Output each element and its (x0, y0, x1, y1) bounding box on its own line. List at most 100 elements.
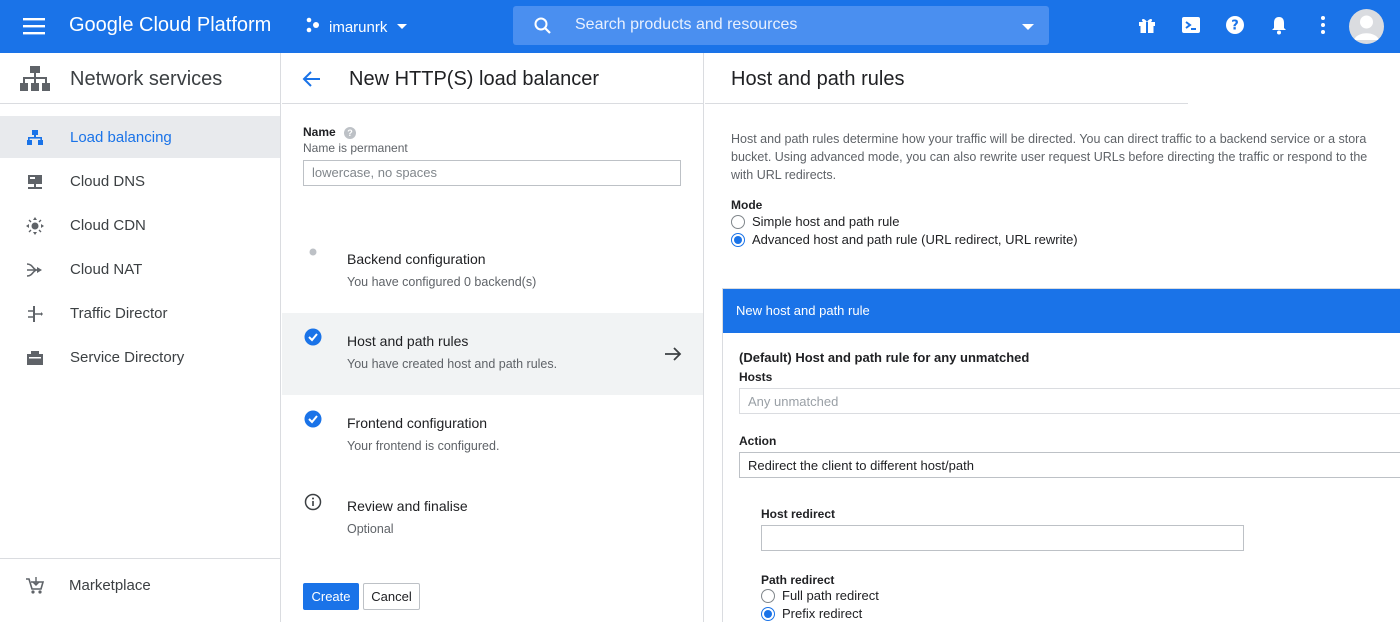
project-selector[interactable]: imarunrk (305, 15, 409, 39)
help-icon[interactable]: ? (1224, 14, 1248, 38)
network-services-icon (20, 66, 50, 91)
mode-label: Mode (731, 198, 763, 212)
host-path-rule-panel: New host and path rule (Default) Host an… (722, 288, 1400, 622)
pending-dot-icon (304, 246, 322, 264)
traffic-director-icon (25, 304, 45, 324)
check-circle-icon (304, 328, 322, 346)
step-title: Review and finalise (347, 498, 468, 514)
step-desc: You have configured 0 backend(s) (347, 275, 537, 289)
radio-label: Advanced host and path rule (URL redirec… (752, 232, 1078, 247)
notifications-icon[interactable] (1268, 14, 1292, 38)
project-icon (305, 17, 321, 37)
avatar[interactable] (1349, 9, 1384, 44)
description-line: bucket. Using advanced mode, you can als… (731, 150, 1368, 164)
nat-icon (25, 260, 45, 280)
load-balancing-icon (25, 128, 45, 148)
sidebar-item-label: Load balancing (70, 129, 172, 146)
sidebar-item-cloud-nat[interactable]: Cloud NAT (0, 248, 280, 290)
sidebar-item-label: Traffic Director (70, 305, 168, 322)
step-host-and-path-rules[interactable]: Host and path rules You have created hos… (282, 313, 703, 395)
radio-label: Prefix redirect (782, 606, 863, 621)
cart-icon (25, 576, 45, 596)
search-input[interactable]: Search products and resources (513, 6, 1049, 45)
name-hint: Name is permanent (303, 141, 408, 155)
path-redirect-label: Path redirect (761, 573, 835, 587)
arrow-right-icon (664, 346, 682, 367)
search-icon (533, 16, 553, 41)
hosts-input[interactable]: Any unmatched (739, 388, 1400, 414)
sidebar-item-service-directory[interactable]: Service Directory (0, 336, 280, 378)
description-line: Host and path rules determine how your t… (731, 132, 1367, 146)
dns-icon (25, 172, 45, 192)
panel-header[interactable]: New host and path rule (723, 289, 1400, 333)
sidebar-item-marketplace[interactable]: Marketplace (0, 564, 280, 606)
sidebar-item-traffic-director[interactable]: Traffic Director (0, 292, 280, 334)
cloud-shell-icon[interactable] (1180, 14, 1204, 38)
page-title: New HTTP(S) load balancer (349, 68, 600, 90)
sidebar-item-label: Cloud CDN (70, 217, 146, 234)
rules-description: Host and path rules determine how your t… (731, 130, 1400, 184)
svg-text:?: ? (1231, 19, 1239, 34)
step-title: Host and path rules (347, 333, 469, 349)
rules-title: Host and path rules (731, 68, 905, 90)
info-icon (304, 493, 322, 511)
hosts-label: Hosts (739, 370, 773, 384)
radio-unchecked-icon (761, 588, 775, 603)
prefix-redirect-radio[interactable]: Prefix redirect (761, 606, 862, 621)
sidebar-header: Network services (0, 53, 280, 104)
gift-icon[interactable] (1136, 14, 1160, 38)
radio-label: Full path redirect (782, 588, 879, 603)
host-redirect-label: Host redirect (761, 507, 836, 521)
sidebar-item-cloud-dns[interactable]: Cloud DNS (0, 160, 280, 202)
cdn-icon (25, 216, 45, 236)
step-backend-configuration[interactable]: Backend configuration You have configure… (282, 231, 703, 313)
sidebar-title: Network services (70, 68, 223, 90)
name-input[interactable]: lowercase, no spaces (303, 160, 681, 186)
rules-panel: Host and path rules Host and path rules … (705, 53, 1400, 622)
step-title: Backend configuration (347, 251, 486, 267)
sidebar-divider (0, 558, 280, 559)
step-desc: Optional (347, 522, 394, 536)
sidebar-item-label: Marketplace (69, 577, 151, 594)
host-redirect-input[interactable] (761, 525, 1244, 551)
sidebar-item-cloud-cdn[interactable]: Cloud CDN (0, 204, 280, 246)
menu-icon[interactable] (22, 16, 48, 36)
more-vert-icon[interactable] (1312, 14, 1336, 38)
help-icon[interactable]: ? (344, 126, 357, 139)
sidebar-item-label: Service Directory (70, 349, 185, 366)
radio-label: Simple host and path rule (752, 214, 900, 229)
panel-title: (Default) Host and path rule for any unm… (739, 350, 1030, 365)
sidebar-item-label: Cloud DNS (70, 173, 146, 190)
mode-advanced-radio[interactable]: Advanced host and path rule (URL redirec… (731, 232, 1078, 247)
check-circle-icon (304, 410, 322, 428)
wizard-header: New HTTP(S) load balancer (282, 53, 703, 104)
action-label: Action (739, 434, 777, 448)
action-select[interactable]: Redirect the client to different host/pa… (739, 452, 1400, 478)
step-frontend-configuration[interactable]: Frontend configuration Your frontend is … (282, 395, 703, 477)
back-arrow-icon[interactable] (302, 69, 322, 94)
sidebar: Network services Load balancing Cloud DN… (0, 53, 281, 622)
step-title: Frontend configuration (347, 415, 488, 431)
service-directory-icon (25, 348, 45, 368)
project-name: imarunrk (329, 18, 388, 36)
radio-unchecked-icon (731, 214, 745, 229)
chevron-down-icon (395, 19, 409, 36)
cancel-button[interactable]: Cancel (363, 583, 420, 610)
create-button[interactable]: Create (303, 583, 359, 610)
rules-header: Host and path rules (705, 53, 1188, 104)
description-line: with URL redirects. (731, 168, 837, 182)
name-label: Name ? (303, 125, 357, 139)
search-placeholder: Search products and resources (575, 16, 798, 33)
sidebar-item-label: Cloud NAT (70, 261, 143, 278)
search-dropdown-icon[interactable] (1021, 19, 1035, 37)
wizard-panel: New HTTP(S) load balancer Name ? Name is… (282, 53, 704, 622)
sidebar-item-load-balancing[interactable]: Load balancing (0, 116, 280, 158)
brand-title[interactable]: Google Cloud Platform (69, 14, 271, 37)
radio-checked-icon (731, 232, 745, 247)
mode-simple-radio[interactable]: Simple host and path rule (731, 214, 899, 229)
step-desc: You have created host and path rules. (347, 357, 558, 371)
step-review-and-finalise[interactable]: Review and finalise Optional (282, 478, 703, 560)
step-desc: Your frontend is configured. (347, 439, 500, 453)
top-bar: Google Cloud Platform imarunrk Search pr… (0, 0, 1400, 53)
full-path-redirect-radio[interactable]: Full path redirect (761, 588, 879, 603)
